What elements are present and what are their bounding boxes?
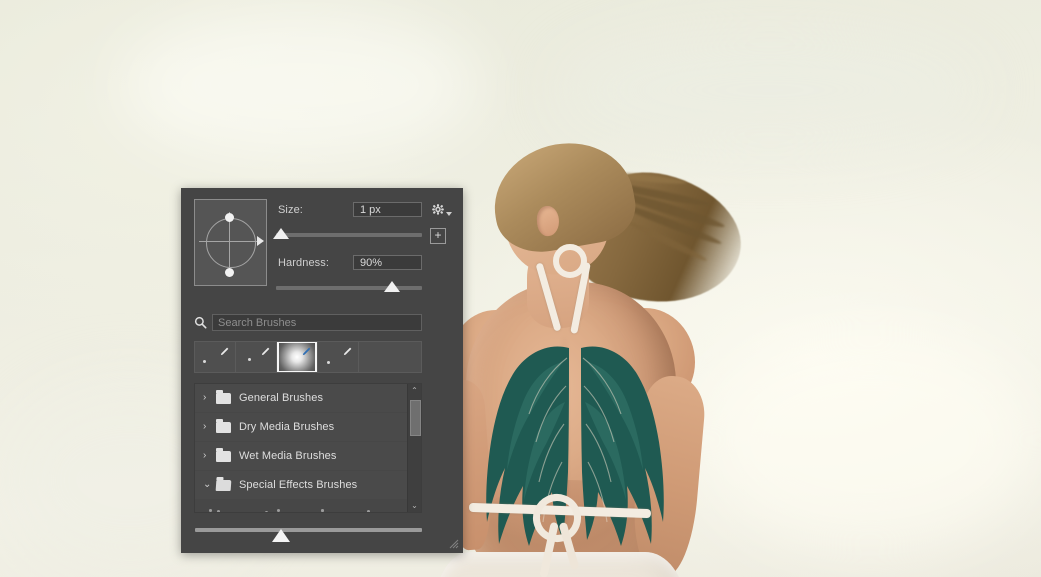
brush-direction-arrow-icon (257, 236, 264, 246)
folder-icon (216, 451, 231, 462)
folder-icon (216, 393, 231, 404)
gear-icon[interactable] (428, 203, 448, 219)
brush-speck-icon (265, 511, 268, 513)
brush-speck-icon (277, 509, 280, 512)
hardness-slider-knob[interactable] (384, 281, 400, 292)
chevron-right-icon[interactable]: › (203, 451, 216, 461)
create-new-brush-preset-button[interactable]: + (430, 228, 446, 244)
hardness-label: Hardness: (278, 257, 329, 269)
search-icon (194, 316, 207, 329)
chevron-down-icon[interactable] (446, 212, 452, 216)
panel-resize-grip[interactable] (447, 537, 459, 549)
brush-group-list[interactable]: › General Brushes › Dry Media Brushes › Wet M… (194, 383, 422, 513)
brush-group-label: Wet Media Brushes (239, 450, 336, 462)
background-photo (0, 0, 1041, 577)
brush-tip-angle-roundness-control[interactable] (194, 199, 267, 286)
brush-tool-icon (342, 346, 353, 357)
scrollbar-thumb[interactable] (410, 400, 421, 436)
photo-haze-2 (560, 30, 980, 150)
brush-speck-icon (203, 360, 206, 363)
brush-roundness-circle (206, 218, 256, 268)
brush-thumb-1[interactable] (195, 342, 236, 372)
hardness-slider-track[interactable] (276, 286, 422, 290)
brush-speck-icon (248, 358, 251, 361)
size-slider-knob[interactable] (273, 228, 289, 239)
size-value-field[interactable]: 1 px (353, 202, 422, 217)
search-brushes-input[interactable] (212, 314, 422, 331)
brush-thumb-3-selected[interactable] (277, 342, 318, 372)
preset-thumbnail-size-slider-knob[interactable] (272, 529, 290, 542)
brush-group-row[interactable]: › Wet Media Brushes (195, 442, 421, 471)
preset-thumbnail-size-slider-track[interactable] (195, 528, 422, 532)
brush-group-row[interactable]: ⌄ Special Effects Brushes (195, 471, 421, 500)
brush-group-thumbnails[interactable] (195, 500, 421, 513)
folder-icon (216, 480, 232, 491)
brush-preset-picker-panel[interactable]: Size: 1 px Hardness: 90% (181, 188, 463, 553)
chevron-right-icon[interactable]: › (203, 393, 216, 403)
brush-tool-icon (219, 346, 230, 357)
brush-group-row[interactable]: › Dry Media Brushes (195, 413, 421, 442)
chevron-right-icon[interactable]: › (203, 422, 216, 432)
search-brushes-row[interactable] (194, 314, 422, 331)
white-skirt (435, 552, 685, 577)
brush-group-label: Dry Media Brushes (239, 421, 334, 433)
photo-haze-1 (120, 10, 480, 160)
halter-neck-knot (553, 244, 587, 278)
brush-speck-icon (327, 361, 330, 364)
brush-list-scrollbar[interactable]: ⌃ ⌄ (407, 384, 421, 512)
brush-speck-icon (321, 509, 324, 512)
recent-brushes-strip[interactable] (194, 341, 422, 373)
chevron-down-icon[interactable]: ⌄ (203, 480, 216, 490)
photo-haze-3 (700, 330, 1040, 550)
brush-tool-icon (301, 346, 312, 357)
size-label: Size: (278, 204, 303, 216)
brush-speck-icon (225, 512, 228, 513)
brush-group-label: Special Effects Brushes (239, 479, 357, 491)
brush-speck-icon (209, 509, 212, 512)
photo-subject-figure (441, 150, 741, 577)
brush-angle-handle-bottom[interactable] (225, 268, 234, 277)
brush-speck-icon (355, 512, 358, 513)
brush-thumb-4[interactable] (318, 342, 359, 372)
brush-thumb-2[interactable] (236, 342, 277, 372)
brush-angle-handle-top[interactable] (225, 213, 234, 222)
folder-icon (216, 422, 231, 433)
brush-group-row[interactable]: › General Brushes (195, 384, 421, 413)
hardness-value-field[interactable]: 90% (353, 255, 422, 270)
brush-tool-icon (260, 346, 271, 357)
brush-speck-icon (217, 510, 220, 513)
size-slider-track[interactable] (276, 233, 422, 237)
brush-group-label: General Brushes (239, 392, 323, 404)
brush-axis-horizontal (199, 241, 261, 242)
brush-speck-icon (367, 510, 370, 513)
scroll-up-icon[interactable]: ⌃ (408, 384, 421, 397)
scroll-down-icon[interactable]: ⌄ (408, 499, 421, 512)
